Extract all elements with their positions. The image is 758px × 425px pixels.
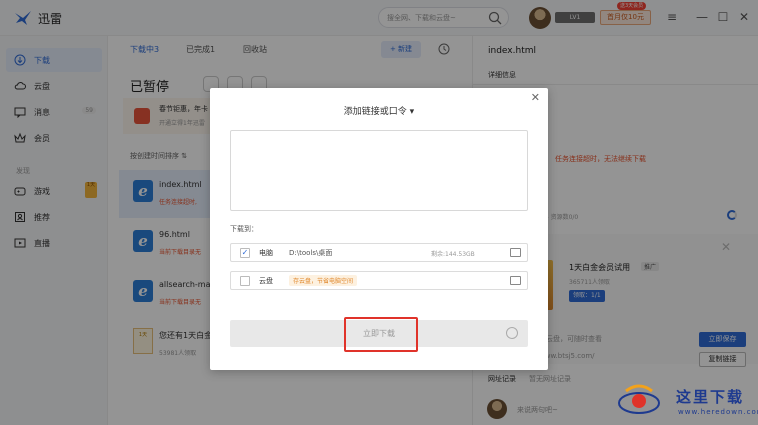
link-textarea[interactable] (230, 130, 528, 211)
dialog-title-text: 添加链接或口令 (343, 107, 407, 117)
download-to-label: 下载到： (230, 225, 258, 233)
cloud-checkbox[interactable] (240, 276, 250, 286)
cloud-hint-badge: 存云盘，节省电脑空间 (289, 275, 358, 286)
add-link-dialog: 添加链接或口令 ▾ ✕ 下载到： ✓ 电脑 D:\tools\桌面 剩余:144… (210, 88, 548, 370)
pc-label: 电脑 (259, 249, 273, 257)
watermark-logo-icon (618, 384, 660, 414)
watermark-url: www.heredown.com (678, 408, 758, 416)
dialog-title[interactable]: 添加链接或口令 ▾ (210, 104, 548, 117)
highlight-box (344, 317, 418, 352)
cloud-destination-row[interactable]: 云盘 存云盘，节省电脑空间 (230, 271, 528, 290)
folder-icon[interactable] (510, 248, 521, 257)
pc-checkbox[interactable]: ✓ (240, 248, 250, 258)
folder-icon[interactable] (510, 276, 521, 285)
dropdown-arrow-icon: ▾ (409, 107, 415, 117)
pc-path: D:\tools\桌面 (289, 249, 333, 257)
pc-destination-row[interactable]: ✓ 电脑 D:\tools\桌面 剩余:144.53GB (230, 243, 528, 262)
pc-free-space: 剩余:144.53GB (431, 251, 475, 258)
dialog-close-icon[interactable]: ✕ (531, 91, 540, 104)
watermark-text: 这里下载 (676, 388, 745, 406)
cloud-label: 云盘 (259, 277, 273, 285)
timer-icon (506, 327, 518, 339)
